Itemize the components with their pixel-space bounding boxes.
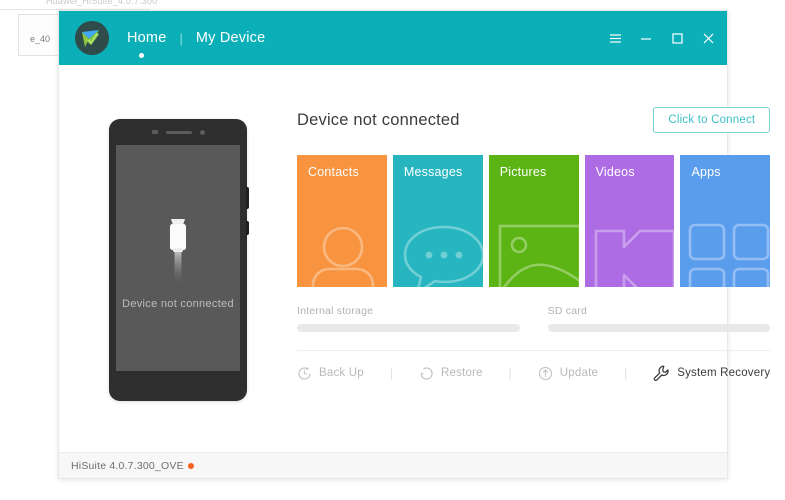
back-up-button[interactable]: Back Up	[297, 366, 364, 381]
action-separator: |	[389, 366, 393, 380]
update-arrow-icon	[538, 366, 553, 381]
phone-screen: Device not connected	[116, 145, 240, 371]
hisuite-logo-icon	[75, 21, 109, 55]
tile-contacts[interactable]: Contacts	[297, 155, 387, 287]
phone-illustration-pane: Device not connected	[59, 65, 297, 452]
action-separator: |	[508, 366, 512, 380]
tile-label: Apps	[691, 165, 721, 179]
tile-label: Pictures	[499, 165, 547, 179]
status-bar: HiSuite 4.0.7.300_OVE	[59, 452, 727, 478]
maximize-icon[interactable]	[670, 31, 684, 45]
click-to-connect-button[interactable]: Click to Connect	[653, 107, 771, 133]
menu-icon[interactable]	[608, 31, 622, 45]
phone-side-button-volume	[246, 187, 249, 209]
storage-progress-bar	[547, 324, 771, 332]
tile-videos[interactable]: Videos	[584, 155, 675, 287]
action-label: Back Up	[319, 367, 364, 379]
pictures-photo-icon	[495, 221, 579, 287]
action-label: System Recovery	[677, 367, 771, 379]
main-nav: Home | My Device	[123, 30, 269, 58]
update-button[interactable]: Update	[538, 366, 598, 381]
window-controls	[608, 11, 715, 65]
app-body: Device not connected Device not connecte…	[59, 65, 771, 452]
nav-item-my-device[interactable]: My Device	[192, 30, 269, 46]
minimize-icon[interactable]	[639, 31, 653, 45]
phone-side-button-power	[246, 221, 249, 235]
actions-row: Back Up | Restore | Update | System Reco…	[297, 351, 770, 381]
background-partial-text: e_40	[30, 34, 51, 44]
nav-separator: |	[179, 30, 183, 46]
tile-apps[interactable]: Apps	[680, 155, 771, 287]
tile-label: Contacts	[308, 165, 359, 179]
tile-pictures[interactable]: Pictures	[488, 155, 579, 287]
status-row: Device not connected Click to Connect	[297, 107, 771, 133]
storage-label: SD card	[547, 305, 588, 317]
version-label: HiSuite 4.0.7.300_OVE	[71, 459, 184, 472]
storage-sdcard: SD card	[547, 305, 771, 332]
backup-clock-icon	[297, 366, 312, 381]
title-bar: Home | My Device	[59, 11, 727, 65]
storage-label: Internal storage	[297, 305, 374, 317]
tile-label: Messages	[403, 165, 463, 179]
storage-section: Internal storage SD card	[297, 305, 771, 332]
action-label: Update	[559, 367, 599, 379]
background-title-text: Huawei_HiSuite_4.0.7.300	[46, 0, 158, 6]
messages-bubble-icon	[399, 221, 483, 287]
phone-top-bezel	[109, 119, 247, 145]
content-pane: Device not connected Click to Connect Co…	[297, 65, 785, 452]
phone-sensor-icon	[199, 129, 205, 135]
phone-camera-icon	[151, 130, 158, 134]
system-recovery-button[interactable]: System Recovery	[653, 365, 770, 381]
wrench-icon	[653, 365, 670, 381]
action-label: Restore	[441, 367, 483, 379]
restore-arrow-icon	[419, 366, 434, 381]
restore-button[interactable]: Restore	[419, 366, 483, 381]
storage-progress-bar	[297, 324, 520, 332]
phone-status-message: Device not connected	[122, 297, 234, 310]
action-separator: |	[624, 366, 628, 380]
tile-messages[interactable]: Messages	[392, 155, 483, 287]
page-title: Device not connected	[297, 110, 460, 129]
storage-internal: Internal storage	[297, 305, 520, 332]
close-icon[interactable]	[701, 31, 715, 45]
apps-grid-icon	[684, 219, 770, 287]
usb-connector-icon	[158, 207, 198, 292]
phone-illustration: Device not connected	[109, 119, 249, 401]
phone-speaker-icon	[165, 130, 192, 134]
contacts-person-icon	[307, 223, 387, 287]
hisuite-app-window: Home | My Device Device not connected De…	[58, 10, 771, 479]
nav-active-indicator	[139, 53, 144, 58]
nav-item-home[interactable]: Home	[123, 30, 170, 46]
category-tiles: Contacts Messages Pictures Videos Apps	[297, 155, 771, 287]
tile-label: Videos	[595, 165, 635, 179]
status-indicator-dot	[187, 462, 194, 469]
videos-film-icon	[590, 221, 675, 287]
